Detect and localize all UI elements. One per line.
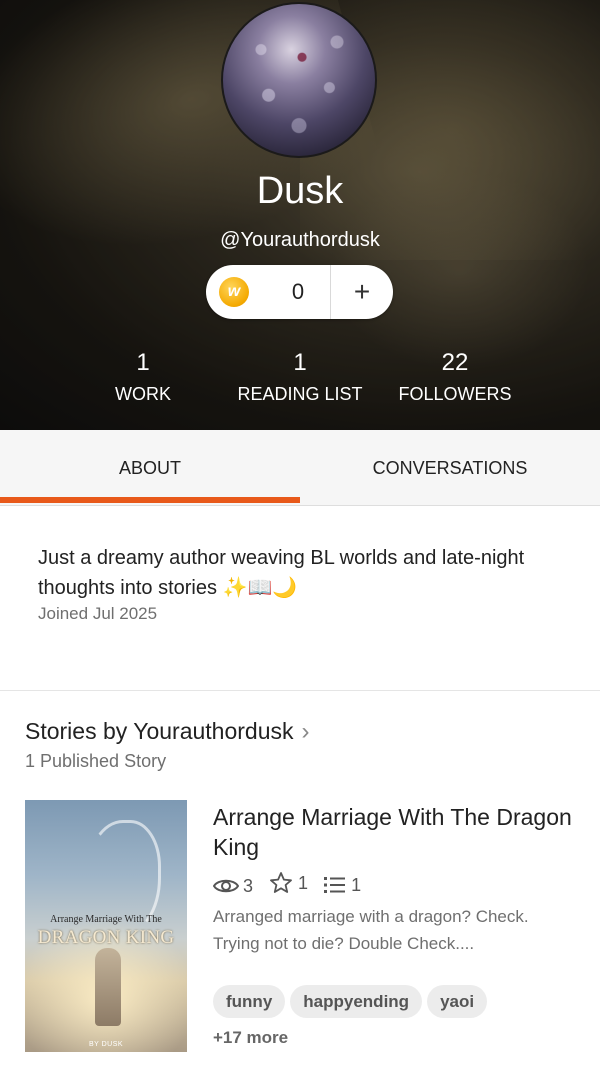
section-divider xyxy=(0,690,600,691)
stories-section-title-text: Stories by Yourauthordusk xyxy=(25,718,294,744)
author-bio: Just a dreamy author weaving BL worlds a… xyxy=(38,547,525,599)
reads-stat: 3 xyxy=(213,876,253,897)
stat-works-value: 1 xyxy=(136,349,150,376)
stat-works[interactable]: 1 WORK xyxy=(53,348,233,407)
author-handle: @Yourauthordusk xyxy=(220,229,380,251)
cover-title-small: Arrange Marriage With The xyxy=(50,914,162,925)
profile-tabs: ABOUT CONVERSATIONS xyxy=(0,430,600,506)
more-tags-link[interactable]: +17 more xyxy=(213,1028,288,1048)
coins-widget: w 0 + xyxy=(206,265,393,319)
star-icon xyxy=(270,872,292,893)
stat-reading-list-value: 1 xyxy=(293,349,307,376)
avatar[interactable] xyxy=(221,2,377,158)
story-cover[interactable]: Arrange Marriage With The DRAGON KING BY… xyxy=(25,800,187,1052)
story-title[interactable]: Arrange Marriage With The Dragon King xyxy=(213,802,573,862)
active-tab-indicator xyxy=(0,497,300,503)
chevron-right-icon: › xyxy=(301,718,310,745)
list-icon xyxy=(324,877,346,893)
reads-count: 3 xyxy=(243,875,254,896)
stat-followers-label: FOLLOWERS xyxy=(398,384,512,404)
add-coins-button[interactable]: + xyxy=(331,265,393,319)
stat-reading-list[interactable]: 1 READING LIST xyxy=(210,348,390,407)
tab-about[interactable]: ABOUT xyxy=(0,430,300,505)
tag-chip[interactable]: funny xyxy=(213,985,286,1018)
author-name: Dusk xyxy=(256,170,344,212)
tab-conversations[interactable]: CONVERSATIONS xyxy=(300,430,600,505)
parts-count: 1 xyxy=(351,874,362,895)
cover-byline: BY DUSK xyxy=(88,1041,124,1048)
stat-followers-value: 22 xyxy=(441,349,469,376)
story-description: Arranged marriage with a dragon? Check. … xyxy=(213,903,543,957)
stat-works-label: WORK xyxy=(115,384,171,404)
joined-date: Joined Jul 2025 xyxy=(38,604,158,623)
cover-title-large: DRAGON KING xyxy=(37,927,175,948)
cover-art-figure xyxy=(95,948,121,1026)
story-stats: 3 1 1 xyxy=(213,871,371,897)
published-story-count: 1 Published Story xyxy=(25,751,167,771)
avatar-image xyxy=(223,4,375,156)
parts-stat: 1 xyxy=(323,875,361,896)
story-description-line-1: Arranged marriage with a dragon? Check. xyxy=(213,907,529,926)
votes-stat: 1 xyxy=(268,871,308,895)
stat-followers[interactable]: 22 FOLLOWERS xyxy=(365,348,545,407)
story-tags: funny happyending yaoi xyxy=(213,985,492,1018)
coin-icon: w xyxy=(219,277,249,307)
eye-icon xyxy=(213,879,239,893)
tag-chip[interactable]: yaoi xyxy=(427,985,488,1018)
stat-reading-list-label: READING LIST xyxy=(237,384,363,404)
votes-count: 1 xyxy=(298,872,309,893)
story-description-line-2: Trying not to die? Double Check.... xyxy=(213,934,475,953)
stories-section-title[interactable]: Stories by Yourauthordusk › xyxy=(25,718,310,746)
tag-chip[interactable]: happyending xyxy=(290,985,423,1018)
coin-count: 0 xyxy=(291,279,305,304)
